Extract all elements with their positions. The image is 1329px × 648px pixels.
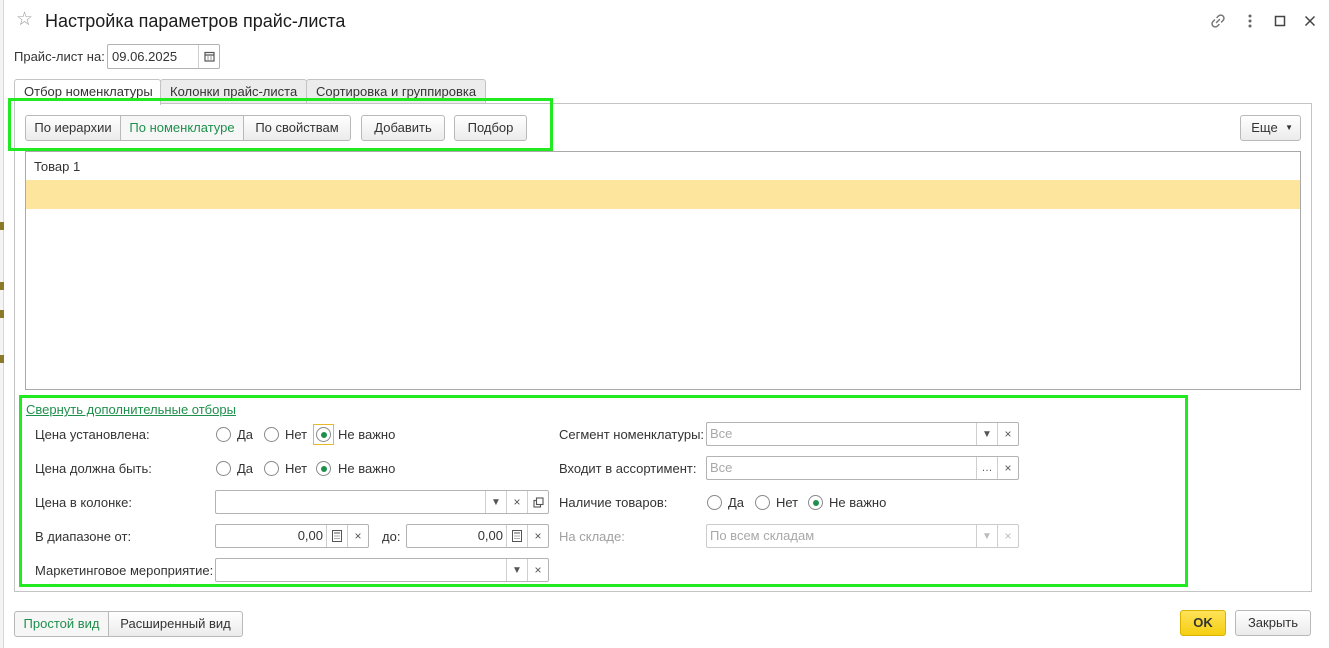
assortment-label: Входит в ассортимент: [559,461,697,476]
add-button[interactable]: Добавить [361,115,445,141]
ellipsis-icon[interactable]: … [976,457,997,479]
ok-button[interactable]: OK [1180,610,1226,636]
tab-price-columns[interactable]: Колонки прайс-листа [160,79,307,104]
collapse-filters-link[interactable]: Свернуть дополнительные отборы [26,402,236,418]
price-must-be-yes-label: Да [237,461,254,476]
calculator-icon[interactable] [326,525,347,547]
mode-by-hierarchy-button[interactable]: По иерархии [25,115,121,141]
range-to-label: до: [382,529,401,544]
dropdown-arrow-icon: ▼ [976,525,997,547]
segment-field[interactable]: Все ▼ × [706,422,1019,446]
clear-icon[interactable]: × [347,525,368,547]
edge-marker [0,355,4,363]
extended-view-button[interactable]: Расширенный вид [108,611,243,637]
calculator-icon[interactable] [506,525,527,547]
date-field[interactable]: 09.06.2025 [107,44,220,69]
edge-marker [0,222,4,230]
stock-any-radio[interactable] [808,495,823,510]
clear-icon[interactable]: × [527,559,548,581]
tab-nomenclature-filter[interactable]: Отбор номенклатуры [14,79,161,105]
more-menu-button[interactable]: Еще ▼ [1240,115,1301,141]
clear-icon[interactable]: × [527,525,548,547]
stock-no-radio[interactable] [755,495,770,510]
price-column-label: Цена в колонке: [35,495,132,510]
price-must-be-any-label: Не важно [338,461,396,476]
clear-icon[interactable]: × [997,457,1018,479]
edge-marker [0,282,4,290]
more-icon[interactable] [1239,10,1261,32]
mode-by-nomenclature-button[interactable]: По номенклатуре [120,115,244,141]
edge-marker [0,310,4,318]
maximize-icon[interactable] [1269,10,1291,32]
assortment-placeholder: Все [710,460,733,475]
dropdown-arrow-icon[interactable]: ▼ [506,559,527,581]
segment-label: Сегмент номенклатуры: [559,427,705,442]
calendar-icon[interactable] [198,45,219,68]
window-left-edge [0,0,4,648]
warehouse-field: По всем складам ▼ × [706,524,1019,548]
price-set-no-radio[interactable] [264,427,279,442]
range-from-value: 0,00 [297,528,323,543]
dropdown-arrow-icon[interactable]: ▼ [976,423,997,445]
price-set-no-label: Нет [285,427,308,442]
range-from-field[interactable]: 0,00 × [215,524,369,548]
range-from-label: В диапазоне от: [35,529,132,544]
list-item[interactable]: Товар 1 [34,159,80,175]
warehouse-placeholder: По всем складам [710,528,815,543]
range-to-value: 0,00 [477,528,503,543]
price-column-field[interactable]: ▼ × [215,490,549,514]
more-menu-label: Еще [1251,120,1278,135]
nomenclature-list[interactable]: Товар 1 [25,151,1301,390]
price-set-any-radio[interactable] [316,427,331,442]
date-value[interactable]: 09.06.2025 [112,49,177,65]
pick-button[interactable]: Подбор [454,115,527,141]
simple-view-button[interactable]: Простой вид [14,611,109,637]
stock-yes-label: Да [728,495,745,510]
link-icon[interactable] [1207,10,1229,32]
clear-icon: × [997,525,1018,547]
marketing-field[interactable]: ▼ × [215,558,549,582]
clear-icon[interactable]: × [506,491,527,513]
price-set-any-label: Не важно [338,427,396,442]
assortment-field[interactable]: Все … × [706,456,1019,480]
date-label: Прайс-лист на: [14,49,105,64]
price-set-yes-label: Да [237,427,254,442]
mode-by-properties-button[interactable]: По свойствам [243,115,351,141]
chevron-down-icon: ▼ [1285,123,1293,132]
price-set-yes-radio[interactable] [216,427,231,442]
stock-yes-radio[interactable] [707,495,722,510]
price-must-be-any-radio[interactable] [316,461,331,476]
price-must-be-label: Цена должна быть: [35,461,152,476]
open-icon[interactable] [527,491,548,513]
tab-sorting-grouping[interactable]: Сортировка и группировка [306,79,486,104]
price-set-label: Цена установлена: [35,427,150,442]
price-must-be-yes-radio[interactable] [216,461,231,476]
dropdown-arrow-icon[interactable]: ▼ [485,491,506,513]
range-to-field[interactable]: 0,00 × [406,524,549,548]
star-icon[interactable]: ☆ [16,9,36,31]
list-item-selected[interactable] [26,180,1300,209]
clear-icon[interactable]: × [997,423,1018,445]
close-icon[interactable] [1299,10,1321,32]
marketing-label: Маркетинговое мероприятие: [35,563,214,578]
segment-placeholder: Все [710,426,733,441]
close-button[interactable]: Закрыть [1235,610,1311,636]
price-must-be-no-radio[interactable] [264,461,279,476]
stock-label: Наличие товаров: [559,495,668,510]
warehouse-label: На складе: [559,529,625,544]
price-must-be-no-label: Нет [285,461,308,476]
stock-no-label: Нет [776,495,799,510]
stock-any-label: Не важно [829,495,887,510]
window-title: Настройка параметров прайс-листа [45,11,346,31]
